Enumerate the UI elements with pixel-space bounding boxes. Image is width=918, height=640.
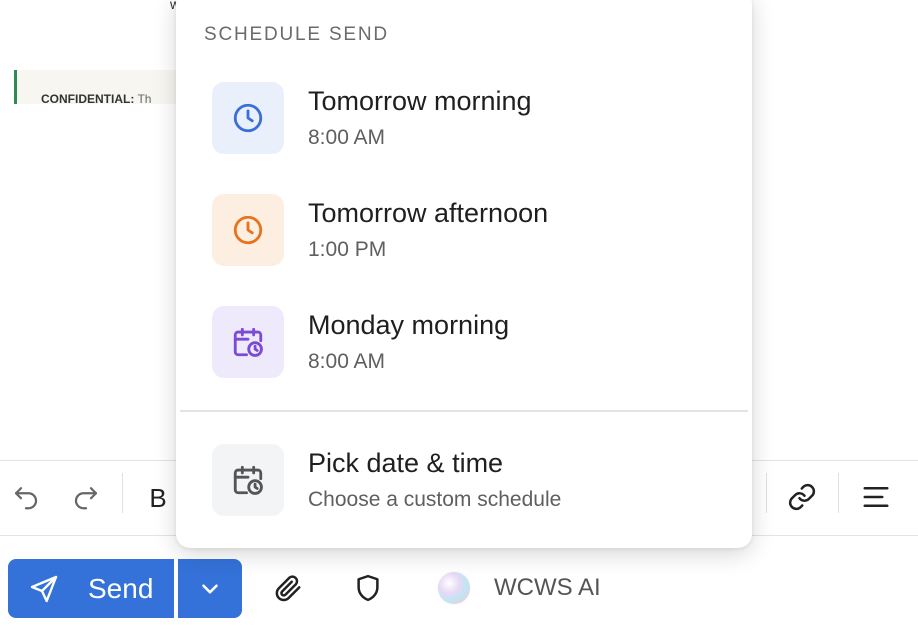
- toolbar-divider: [766, 473, 767, 513]
- confidential-notice: CONFIDENTIAL: Th: [14, 70, 184, 104]
- send-button[interactable]: Send: [8, 559, 174, 618]
- link-icon: [788, 483, 816, 511]
- ai-assistant-icon[interactable]: [438, 572, 470, 604]
- menu-divider: [180, 410, 748, 412]
- schedule-send-dropdown-button[interactable]: [178, 559, 242, 618]
- schedule-option-pick-date-time[interactable]: Pick date & time Choose a custom schedul…: [212, 444, 722, 516]
- link-button[interactable]: [786, 481, 818, 513]
- option-time: 8:00 AM: [308, 350, 386, 373]
- confidential-label: CONFIDENTIAL:: [41, 92, 135, 104]
- redo-button[interactable]: [70, 481, 102, 513]
- schedule-option-monday-morning[interactable]: Monday morning 8:00 AM: [212, 306, 722, 378]
- confidential-notice-text: CONFIDENTIAL: Th: [41, 92, 151, 104]
- security-button[interactable]: [352, 572, 384, 604]
- bold-button[interactable]: B: [142, 482, 174, 514]
- schedule-option-tomorrow-afternoon[interactable]: Tomorrow afternoon 1:00 PM: [212, 194, 722, 266]
- schedule-option-tomorrow-morning[interactable]: Tomorrow morning 8:00 AM: [212, 82, 722, 154]
- toolbar-divider: [838, 473, 839, 513]
- clock-icon: [212, 194, 284, 266]
- align-left-icon: [863, 487, 889, 507]
- calendar-clock-icon: [212, 444, 284, 516]
- undo-icon: [14, 487, 38, 510]
- toolbar-divider: [122, 473, 123, 513]
- option-description: Choose a custom schedule: [308, 488, 562, 511]
- redo-icon: [74, 487, 98, 510]
- option-title: Monday morning: [308, 310, 510, 340]
- option-title: Tomorrow afternoon: [308, 198, 549, 228]
- clock-icon: [212, 82, 284, 154]
- ai-assistant-button[interactable]: WCWS AI: [494, 574, 601, 602]
- attach-button[interactable]: [272, 572, 304, 604]
- undo-button[interactable]: [10, 481, 42, 513]
- option-title: Pick date & time: [308, 448, 504, 478]
- align-button[interactable]: [860, 481, 892, 513]
- schedule-send-menu: SCHEDULE SEND Tomorrow morning 8:00 AM T…: [176, 0, 752, 548]
- paperclip-icon: [275, 575, 301, 602]
- option-time: 1:00 PM: [308, 238, 387, 261]
- confidential-body: Th: [134, 92, 152, 104]
- chevron-down-icon: [202, 583, 218, 594]
- send-icon: [30, 575, 58, 603]
- option-time: 8:00 AM: [308, 126, 386, 149]
- send-label: Send: [88, 573, 154, 604]
- option-title: Tomorrow morning: [308, 86, 532, 116]
- calendar-clock-icon: [212, 306, 284, 378]
- shield-icon: [357, 574, 379, 602]
- schedule-send-title: SCHEDULE SEND: [204, 24, 389, 45]
